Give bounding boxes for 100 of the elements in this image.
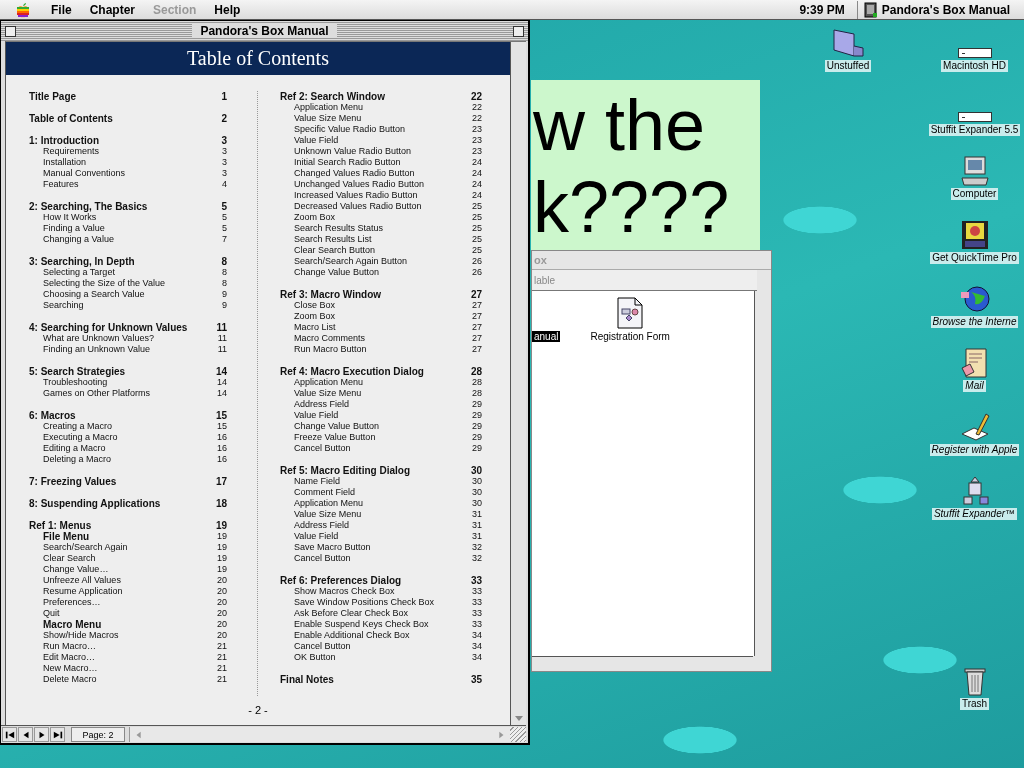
toc-entry[interactable]: Unfreeze All Values bbox=[43, 575, 121, 586]
toc-entry[interactable]: 8: Suspending Applications bbox=[29, 498, 161, 509]
toc-entry[interactable]: Ref 5: Macro Editing Dialog bbox=[280, 465, 410, 476]
toc-entry[interactable]: Unchanged Values Radio Button bbox=[294, 179, 424, 190]
icon-label[interactable]: Macintosh HD bbox=[941, 60, 1008, 72]
toc-entry[interactable]: Close Box bbox=[294, 300, 336, 311]
toc-entry[interactable]: Increased Values Radio Button bbox=[294, 190, 418, 201]
toc-entry[interactable]: Title Page bbox=[29, 91, 77, 102]
toc-entry[interactable]: Application Menu bbox=[294, 498, 364, 509]
folder-icon[interactable] bbox=[832, 28, 864, 58]
icon-label[interactable]: Stuffit Expander™ bbox=[931, 508, 1018, 520]
toc-entry[interactable]: Finding an Unknown Value bbox=[43, 344, 150, 355]
toc-entry[interactable]: Zoom Box bbox=[294, 212, 335, 223]
toc-entry[interactable]: Clear Search Button bbox=[294, 245, 376, 256]
icon-label[interactable]: Unstuffed bbox=[824, 60, 872, 72]
toc-entry[interactable]: Initial Search Radio Button bbox=[294, 157, 401, 168]
toc-entry[interactable]: Choosing a Search Value bbox=[43, 289, 145, 300]
toc-entry[interactable]: Value Field bbox=[294, 135, 339, 146]
toc-entry[interactable]: Save Window Positions Check Box bbox=[294, 597, 435, 608]
application-menu[interactable]: Pandora's Box Manual bbox=[881, 2, 1010, 17]
menu-clock[interactable]: 9:39 PM bbox=[799, 2, 845, 17]
icon-label[interactable]: Browse the Interne bbox=[930, 316, 1019, 328]
toc-entry[interactable]: Change Value Button bbox=[294, 421, 379, 432]
toc-entry[interactable]: Finding a Value bbox=[43, 223, 105, 234]
toc-entry[interactable]: OK Button bbox=[294, 652, 336, 663]
toc-entry[interactable]: Search/Search Again Button bbox=[294, 256, 408, 267]
toc-entry[interactable]: Ref 2: Search Window bbox=[280, 91, 385, 102]
toc-entry[interactable]: Macro Comments bbox=[294, 333, 365, 344]
toc-entry[interactable]: Ref 6: Preferences Dialog bbox=[280, 575, 402, 586]
toc-entry[interactable]: Comment Field bbox=[294, 487, 356, 498]
toc-entry[interactable]: Executing a Macro bbox=[43, 432, 118, 443]
toc-entry[interactable]: 5: Search Strategies bbox=[29, 366, 126, 377]
toc-entry[interactable]: 6: Macros bbox=[29, 410, 76, 421]
file-name[interactable]: anual bbox=[532, 331, 561, 342]
toc-entry[interactable]: Value Field bbox=[294, 531, 339, 542]
collapse-box[interactable] bbox=[513, 25, 524, 37]
toc-entry[interactable]: Final Notes bbox=[280, 674, 334, 685]
toc-entry[interactable]: Zoom Box bbox=[294, 311, 335, 322]
toc-entry[interactable]: Quit bbox=[43, 608, 60, 619]
toc-entry[interactable]: Freeze Value Button bbox=[294, 432, 376, 443]
toc-entry[interactable]: Unknown Value Radio Button bbox=[294, 146, 411, 157]
toc-entry[interactable]: What are Unknown Values? bbox=[43, 333, 154, 344]
drive-icon[interactable] bbox=[957, 112, 992, 122]
toc-entry[interactable]: Show Macros Check Box bbox=[294, 586, 395, 597]
toc-entry[interactable]: Application Menu bbox=[294, 377, 364, 388]
menu-item[interactable]: Help bbox=[205, 2, 250, 17]
toc-entry[interactable]: Cancel Button bbox=[294, 641, 351, 652]
toc-entry[interactable]: 7: Freezing Values bbox=[29, 476, 117, 487]
toc-entry[interactable]: Run Macro… bbox=[43, 641, 96, 652]
toc-entry[interactable]: Decreased Values Radio Button bbox=[294, 201, 422, 212]
toc-entry[interactable]: 4: Searching for Unknown Values bbox=[29, 322, 188, 333]
toc-entry[interactable]: How It Works bbox=[43, 212, 97, 223]
document-icon[interactable] bbox=[617, 297, 644, 329]
file-name[interactable]: Registration Form bbox=[588, 331, 672, 342]
toc-entry[interactable]: Ref 1: Menus bbox=[29, 520, 92, 531]
toc-entry[interactable]: Deleting a Macro bbox=[43, 454, 112, 465]
toc-entry[interactable]: Changed Values Radio Button bbox=[294, 168, 415, 179]
toc-entry[interactable]: Searching bbox=[43, 300, 84, 311]
icon-label[interactable]: Stuffit Expander 5.5 bbox=[928, 124, 1021, 136]
menu-item[interactable]: Chapter bbox=[80, 2, 144, 17]
toc-entry[interactable]: Ref 4: Macro Execution Dialog bbox=[280, 366, 424, 377]
toc-entry[interactable]: Change Value… bbox=[43, 564, 109, 575]
toc-entry[interactable]: Application Menu bbox=[294, 102, 364, 113]
toc-entry[interactable]: Show/Hide Macros bbox=[43, 630, 119, 641]
toc-entry[interactable]: Resume Application bbox=[43, 586, 123, 597]
toc-entry[interactable]: Address Field bbox=[294, 399, 350, 410]
toc-entry[interactable]: Ask Before Clear Check Box bbox=[294, 608, 409, 619]
toc-entry[interactable]: Value Size Menu bbox=[294, 509, 362, 520]
toc-entry[interactable]: Save Macro Button bbox=[294, 542, 371, 553]
pencil-icon[interactable] bbox=[959, 412, 990, 442]
toc-entry[interactable]: Cancel Button bbox=[294, 443, 351, 454]
toc-entry[interactable]: Address Field bbox=[294, 520, 350, 531]
toc-entry[interactable]: 1: Introduction bbox=[29, 135, 99, 146]
toc-entry[interactable]: Edit Macro… bbox=[43, 652, 95, 663]
icon-label[interactable]: Get QuickTime Pro bbox=[930, 252, 1019, 264]
toc-entry[interactable]: Creating a Macro bbox=[43, 421, 113, 432]
letter-icon[interactable] bbox=[959, 348, 990, 378]
toc-entry[interactable]: Value Field bbox=[294, 410, 339, 421]
toc-entry[interactable]: Ref 3: Macro Window bbox=[280, 289, 382, 300]
toc-entry[interactable]: Changing a Value bbox=[43, 234, 114, 245]
toc-entry[interactable]: Search Results Status bbox=[294, 223, 384, 234]
toc-entry[interactable]: 3: Searching, In Depth bbox=[29, 256, 135, 267]
resize-grip[interactable] bbox=[510, 727, 526, 742]
toc-entry[interactable]: Search/Search Again bbox=[43, 542, 128, 553]
toc-entry[interactable]: Enable Suspend Keys Check Box bbox=[294, 619, 429, 630]
icon-label[interactable]: Trash bbox=[959, 698, 990, 710]
menu-item[interactable]: File bbox=[42, 2, 81, 17]
toc-entry[interactable]: Macro Menu bbox=[43, 619, 102, 630]
page-field[interactable]: Page: 2 bbox=[71, 727, 125, 742]
toc-entry[interactable]: Search Results List bbox=[294, 234, 372, 245]
toc-entry[interactable]: 2: Searching, The Basics bbox=[29, 201, 148, 212]
toc-entry[interactable]: Installation bbox=[43, 157, 87, 168]
toc-entry[interactable]: Name Field bbox=[294, 476, 340, 487]
toc-entry[interactable]: Requirements bbox=[43, 146, 100, 157]
icon-label[interactable]: Computer bbox=[950, 188, 999, 200]
toc-entry[interactable]: Cancel Button bbox=[294, 553, 351, 564]
toc-entry[interactable]: Table of Contents bbox=[29, 113, 113, 124]
toc-entry[interactable]: Clear Search bbox=[43, 553, 96, 564]
apple-icon[interactable] bbox=[16, 1, 30, 18]
drive-icon[interactable] bbox=[957, 48, 992, 58]
